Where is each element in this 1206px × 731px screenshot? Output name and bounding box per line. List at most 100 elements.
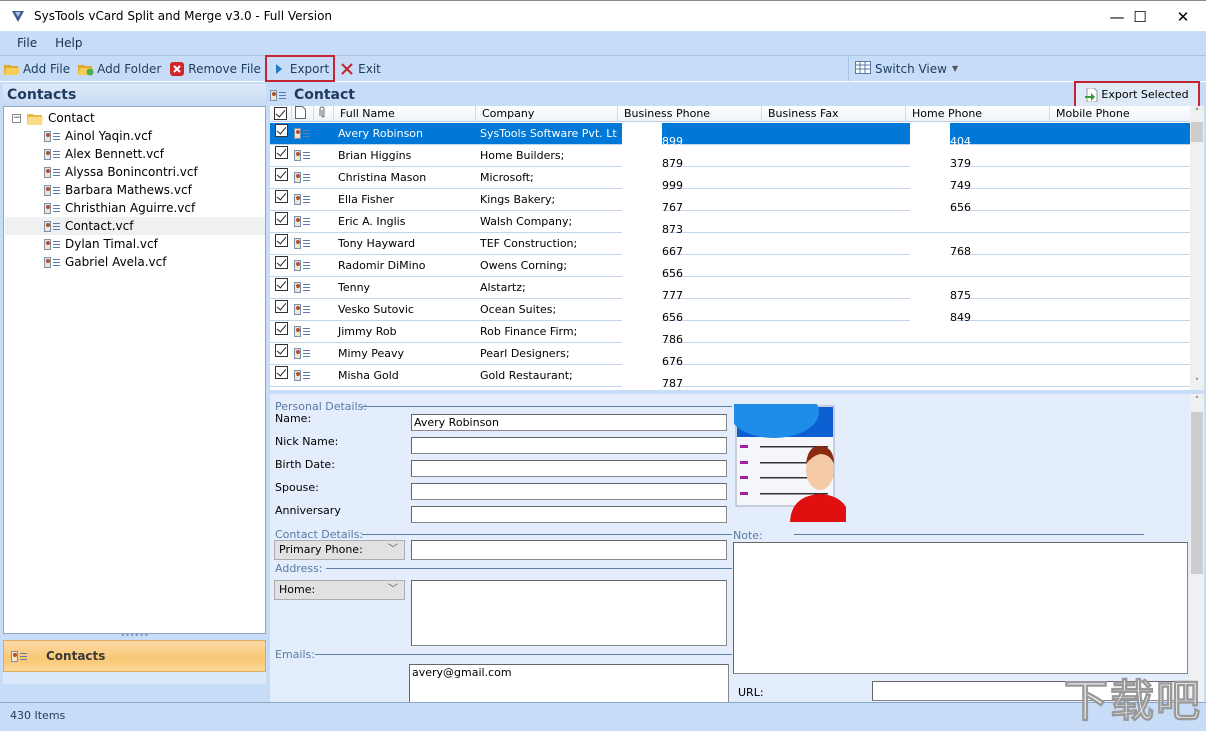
contact-row[interactable]: Ella Fisher Kings Bakery; 767 656 [270,188,1192,211]
contact-card-illustration [734,404,846,522]
exit-button[interactable]: Exit [335,57,385,81]
col-full-name[interactable]: Full Name [334,106,476,122]
close-icon: ✕ [1176,7,1190,26]
tree-file-item[interactable]: Alyssa Bonincontri.vcf [44,163,198,181]
scroll-up-icon[interactable]: ˄ [1190,394,1204,408]
cell-full-name: Jimmy Rob [338,324,397,338]
tree-root-node[interactable]: − Contact [12,109,95,127]
contact-row[interactable]: Mimy Peavy Pearl Designers; 676 [270,342,1192,365]
remove-file-label: Remove File [188,61,261,76]
tree-file-item[interactable]: Alex Bennett.vcf [44,145,164,163]
export-button[interactable]: Export [264,55,336,82]
phone-value: 656 [950,200,971,211]
row-checkbox[interactable] [275,211,288,225]
phone-value: 786 [662,332,683,343]
col-company[interactable]: Company [476,106,618,122]
row-checkbox[interactable] [275,167,288,181]
col-home-phone[interactable]: Home Phone [906,106,1050,122]
contacts-nav-button[interactable]: Contacts [3,640,266,672]
add-file-button[interactable]: Add File [0,57,74,81]
watermark: 下载吧 [1064,676,1202,728]
masked-digits [910,144,950,167]
collapse-icon[interactable]: − [12,113,21,123]
tree-root-label: Contact [48,111,95,125]
email-field[interactable]: avery@gmail.com [409,664,729,702]
grid-scrollbar[interactable]: ˄ ˅ [1190,106,1204,390]
contact-row[interactable]: Tenny Alstartz; 777 875 [270,276,1192,299]
add-folder-button[interactable]: Add Folder [74,57,165,81]
spouse-field[interactable] [411,483,727,500]
close-button[interactable]: ✕ [1160,1,1206,32]
phone-value: 879 [662,156,683,167]
contact-row[interactable]: Jimmy Rob Rob Finance Firm; 786 [270,320,1192,343]
select-all-checkbox[interactable] [270,106,292,122]
contact-row[interactable]: Brian Higgins Home Builders; 879 379 [270,144,1192,167]
address-field[interactable] [411,580,727,646]
divider [326,568,732,569]
row-checkbox[interactable] [275,123,288,137]
col-mobile-phone[interactable]: Mobile Phone [1050,106,1190,122]
tree-file-item[interactable]: Christhian Aguirre.vcf [44,199,195,217]
menu-help[interactable]: Help [46,36,91,50]
row-checkbox[interactable] [275,255,288,269]
name-field[interactable]: Avery Robinson [411,414,727,431]
menu-file[interactable]: File [8,36,46,50]
nick-name-field[interactable] [411,437,727,454]
contact-row[interactable]: Avery Robinson SysTools Software Pvt. Lt.… [270,122,1192,145]
name-label: Name: [275,412,312,425]
birth-date-field[interactable] [411,460,727,477]
note-field[interactable] [733,542,1188,674]
col-business-phone[interactable]: Business Phone [618,106,762,122]
cell-business-fax [762,167,906,189]
phone-type-select[interactable]: Primary Phone: ﹀ [274,540,405,560]
folder-icon [27,113,43,125]
scroll-thumb[interactable] [1191,412,1203,574]
phone-value: 768 [950,244,971,255]
play-arrow-icon [271,61,287,77]
contact-row[interactable]: Christina Mason Microsoft; 999 749 [270,166,1192,189]
anniversary-label: Anniversary [275,504,341,517]
vcard-icon [294,325,311,337]
anniversary-field[interactable] [411,506,727,523]
row-checkbox[interactable] [275,365,288,379]
row-checkbox[interactable] [275,343,288,357]
tree-file-item[interactable]: Dylan Timal.vcf [44,235,158,253]
row-checkbox[interactable] [275,233,288,247]
tree-file-item[interactable]: Ainol Yaqin.vcf [44,127,152,145]
col-business-fax[interactable]: Business Fax [762,106,906,122]
scroll-thumb[interactable] [1191,122,1203,142]
row-checkbox[interactable] [275,321,288,335]
cell-business-fax [762,211,906,233]
export-selected-button[interactable]: Export Selected [1074,81,1200,108]
row-checkbox[interactable] [275,299,288,313]
cell-company: Ocean Suites; [480,302,557,316]
remove-file-button[interactable]: Remove File [165,57,265,81]
phone-field[interactable] [411,540,727,560]
birth-date-label: Birth Date: [275,458,335,471]
contact-row[interactable]: Vesko Sutovic Ocean Suites; 656 849 [270,298,1192,321]
row-checkbox[interactable] [275,145,288,159]
vcard-icon [294,369,311,381]
masked-digits [910,298,950,321]
address-type-select[interactable]: Home: ﹀ [274,580,405,600]
scroll-down-icon[interactable]: ˅ [1190,376,1204,390]
row-checkbox[interactable] [275,189,288,203]
row-checkbox[interactable] [275,277,288,291]
contact-row[interactable]: Radomir DiMino Owens Corning; 656 [270,254,1192,277]
maximize-button[interactable]: ☐ [1117,1,1163,32]
nick-name-label: Nick Name: [275,435,339,448]
contacts-nav-label: Contacts [46,649,106,663]
tree-file-item[interactable]: Gabriel Avela.vcf [44,253,166,271]
masked-digits [622,166,662,189]
tree-file-label: Christhian Aguirre.vcf [65,201,196,215]
contact-row[interactable]: Misha Gold Gold Restaurant; 787 [270,364,1192,387]
contact-row[interactable]: Tony Hayward TEF Construction; 667 768 [270,232,1192,255]
cell-company: Home Builders; [480,148,565,162]
tree-file-item[interactable]: Contact.vcf [5,217,265,235]
contact-row[interactable]: Eric A. Inglis Walsh Company; 873 [270,210,1192,233]
spouse-label: Spouse: [275,481,319,494]
scroll-up-icon[interactable]: ˄ [1190,106,1204,120]
details-scrollbar[interactable]: ˄ ˅ [1190,394,1204,702]
tree-file-item[interactable]: Barbara Mathews.vcf [44,181,192,199]
switch-view-button[interactable]: Switch View ▼ [848,56,958,81]
